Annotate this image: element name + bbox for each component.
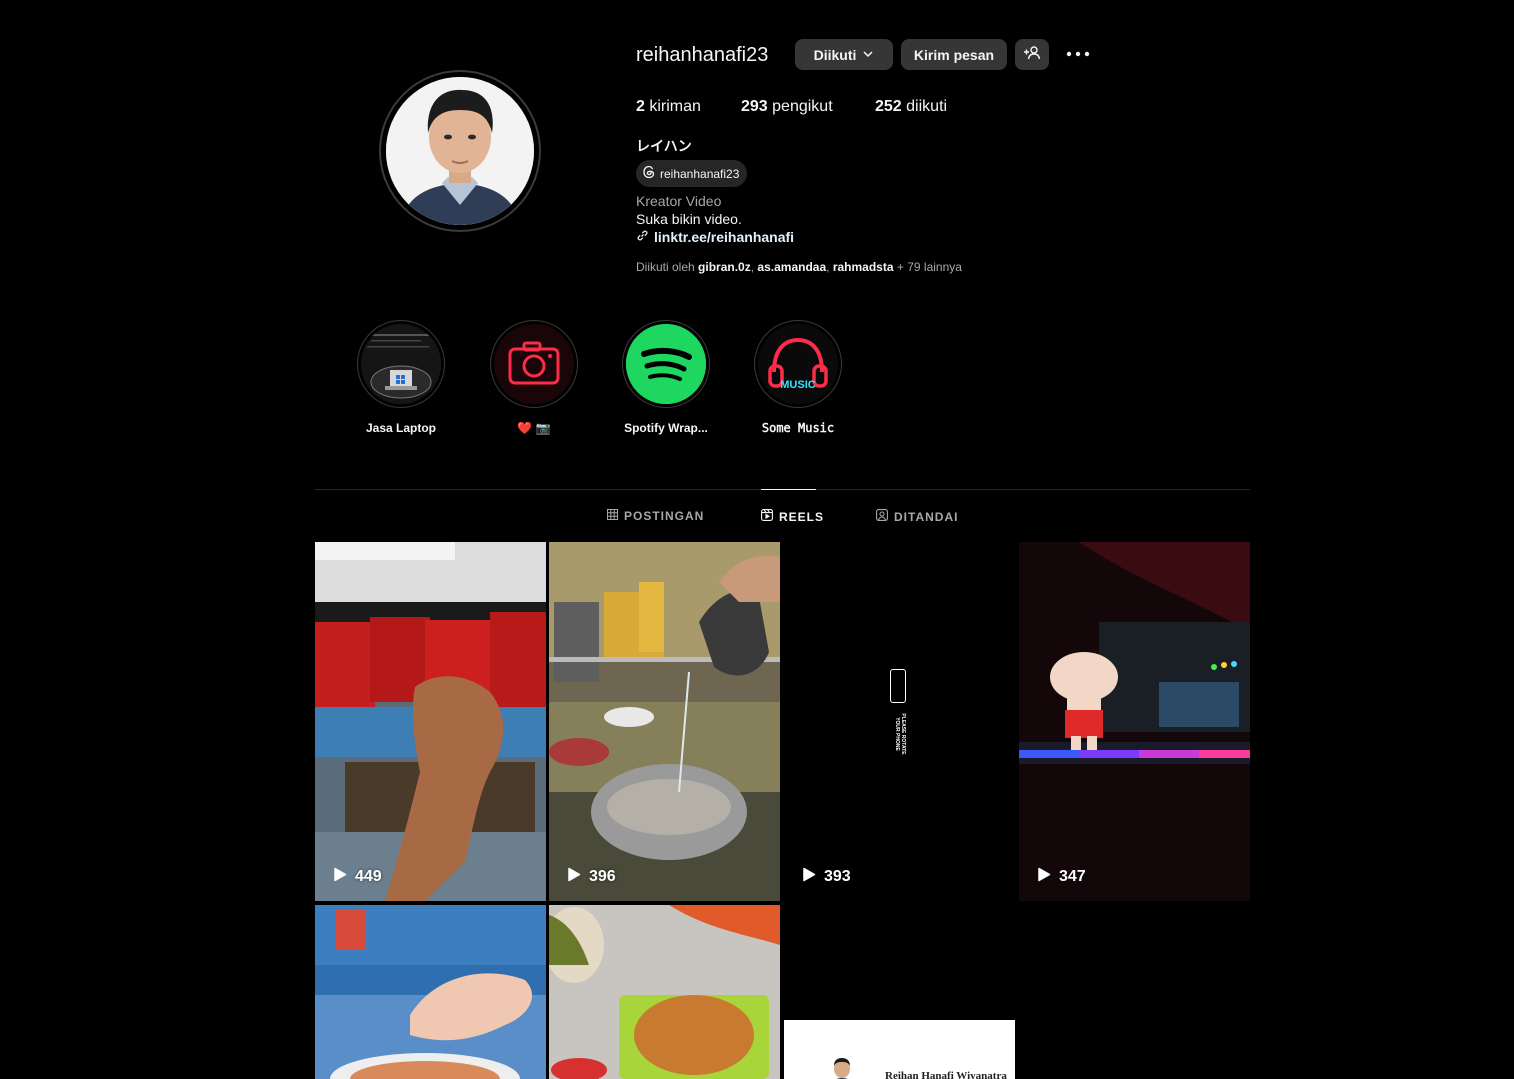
reels-icon (761, 509, 773, 524)
reel-tile[interactable]: 449 (315, 542, 546, 901)
threads-badge[interactable]: reihanhanafi23 (636, 160, 748, 187)
following-count[interactable]: 252 diikuti (875, 98, 947, 116)
highlight-label: Jasa Laptop (365, 421, 437, 435)
play-icon (333, 867, 347, 887)
profile-username: reihanhanafi23 (636, 44, 769, 66)
reel-thumbnail (315, 905, 546, 1079)
reel-thumbnail (549, 905, 780, 1079)
highlight-ring (622, 320, 710, 408)
headphones-icon: MUSIC (758, 324, 838, 404)
reel-thumbnail (315, 542, 546, 901)
followed-by-prefix: Diikuti oleh (636, 260, 695, 274)
message-button[interactable]: Kirim pesan (901, 39, 1007, 70)
reel-thumbnail (1019, 542, 1250, 901)
laptop-icon (361, 324, 441, 404)
followed-by[interactable]: Diikuti oleh gibran.0z, as.amandaa, rahm… (636, 260, 962, 274)
highlight-some-music[interactable]: MUSIC 𝚂𝚘𝚖𝚎 𝙼𝚞𝚜𝚒𝚌 (754, 320, 842, 435)
threads-handle: reihanhanafi23 (660, 166, 740, 181)
following-count-label: diikuti (906, 98, 948, 115)
highlight-ring: MUSIC (754, 320, 842, 408)
tagged-icon (876, 509, 888, 524)
threads-icon (642, 165, 656, 182)
tab-label: REELS (779, 509, 825, 524)
suggest-user-button[interactable] (1015, 39, 1049, 70)
play-icon (1037, 867, 1051, 887)
avatar[interactable] (386, 77, 534, 225)
view-count: 347 (1037, 867, 1086, 887)
view-count-value: 347 (1059, 868, 1086, 885)
highlight-ring (357, 320, 445, 408)
followed-by-user[interactable]: as.amandaa (757, 260, 826, 274)
document-name: Reihan Hanafi Wiyanatra (885, 1070, 1007, 1079)
document-preview: Reihan Hanafi Wiyanatra (784, 1020, 1015, 1079)
followed-by-more: + 79 lainnya (896, 260, 962, 274)
highlight-label: Spotify Wrap... (624, 421, 708, 435)
view-count-value: 449 (355, 868, 382, 885)
tab-label: POSTINGAN (624, 509, 705, 523)
reel-tile[interactable] (315, 905, 546, 1079)
profile-category: Kreator Video (636, 193, 722, 209)
followers-count[interactable]: 293 pengikut (741, 98, 833, 116)
reel-tile[interactable]: 396 (549, 542, 780, 901)
followed-by-user[interactable]: gibran.0z (698, 260, 751, 274)
spotify-icon (626, 324, 706, 404)
add-user-icon (1023, 44, 1041, 65)
highlight-spotify[interactable]: Spotify Wrap... (622, 320, 710, 435)
music-neon-text: MUSIC (780, 379, 816, 391)
view-count: 393 (802, 867, 851, 887)
reel-tile[interactable]: Reihan Hanafi Wiyanatra (784, 905, 1015, 1079)
profile-link[interactable]: linktr.ee/reihanhanafi (636, 229, 794, 245)
play-icon (802, 867, 816, 887)
followed-by-separator: , (826, 260, 830, 274)
following-button[interactable]: Diikuti (795, 39, 893, 70)
highlight-ring (490, 320, 578, 408)
tab-tagged[interactable]: DITANDAI (876, 509, 958, 524)
play-icon (567, 867, 581, 887)
following-count-value: 252 (875, 98, 902, 115)
view-count-value: 393 (824, 868, 851, 885)
reel-tile[interactable]: 347 (1019, 542, 1250, 901)
view-count: 396 (567, 867, 616, 887)
message-button-label: Kirim pesan (913, 46, 995, 63)
reel-tile[interactable]: PLEASE ROTATE YOUR PHONE 393 (784, 542, 1015, 901)
reel-tile[interactable] (549, 905, 780, 1079)
view-count-value: 396 (589, 868, 616, 885)
posts-count-label: kiriman (649, 98, 701, 115)
followers-count-value: 293 (741, 98, 768, 115)
view-count: 449 (333, 867, 382, 887)
tab-label: DITANDAI (894, 509, 959, 524)
camera-icon (494, 324, 574, 404)
highlight-photos[interactable]: ❤️ 📷 (490, 320, 578, 435)
more-options-icon[interactable] (1065, 45, 1091, 63)
reel-thumbnail (549, 542, 780, 901)
posts-count: 2 kiriman (636, 98, 701, 116)
link-icon (636, 229, 649, 245)
followed-by-user[interactable]: rahmadsta (833, 260, 894, 274)
highlight-label: 𝚂𝚘𝚖𝚎 𝙼𝚞𝚜𝚒𝚌 (761, 421, 835, 435)
chevron-down-icon (862, 47, 874, 63)
avatar-thumbnail (834, 1058, 850, 1079)
tab-reels[interactable]: REELS (761, 509, 824, 524)
grid-icon (607, 509, 618, 523)
phone-rotate-icon (890, 669, 906, 703)
rotate-phone-text: PLEASE ROTATE YOUR PHONE (894, 713, 906, 755)
followed-by-separator: , (750, 260, 755, 274)
profile-full-name: レイハン (636, 138, 692, 154)
tab-posts[interactable]: POSTINGAN (607, 509, 704, 523)
profile-link-text: linktr.ee/reihanhanafi (654, 229, 795, 245)
highlight-jasa-laptop[interactable]: Jasa Laptop (357, 320, 445, 435)
highlight-label: ❤️ 📷 (517, 421, 551, 435)
profile-bio: Suka bikin video. (636, 211, 742, 227)
posts-count-value: 2 (636, 98, 645, 115)
following-button-label: Diikuti (813, 46, 857, 63)
active-tab-indicator (761, 489, 816, 490)
followers-count-label: pengikut (772, 98, 833, 115)
